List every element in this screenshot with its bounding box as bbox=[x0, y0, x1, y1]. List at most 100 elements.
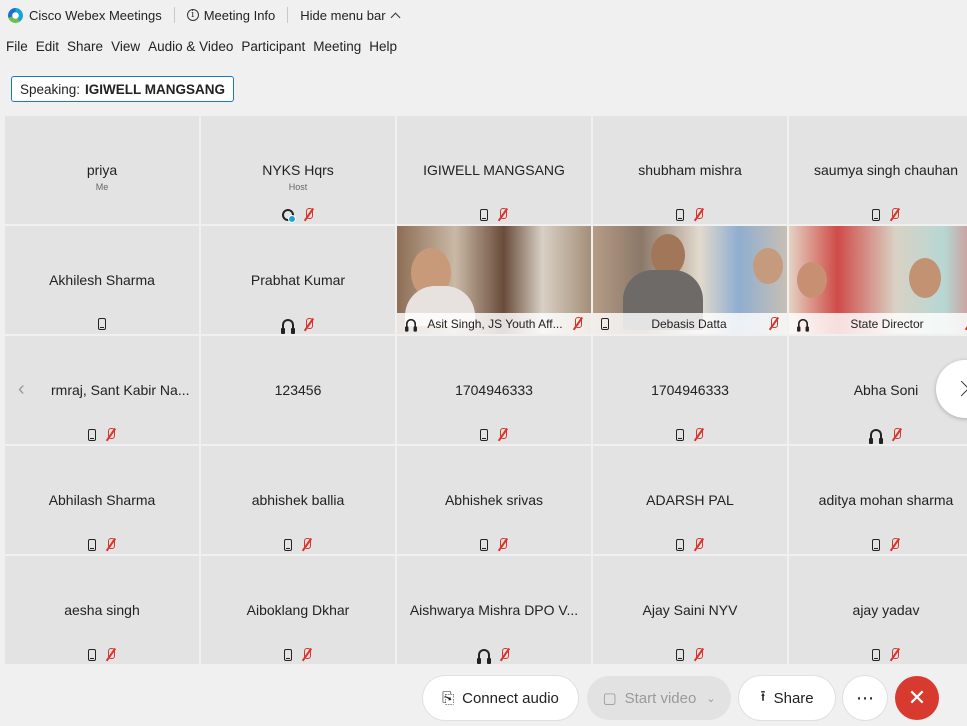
video-name-bar: Asit Singh, JS Youth Aff... bbox=[397, 313, 591, 334]
participant-tile[interactable]: rmraj, Sant Kabir Na... bbox=[5, 336, 199, 444]
participant-name: State Director bbox=[850, 316, 924, 331]
participant-name: Aiboklang Dkhar bbox=[246, 602, 350, 618]
menu-edit[interactable]: Edit bbox=[36, 37, 59, 56]
muted-mic-icon bbox=[106, 648, 116, 661]
participant-name: 1704946333 bbox=[651, 382, 729, 398]
muted-mic-icon bbox=[498, 208, 508, 221]
participant-name: 123456 bbox=[274, 382, 322, 398]
video-tile[interactable]: State Director bbox=[789, 226, 967, 334]
menu-help[interactable]: Help bbox=[369, 37, 397, 56]
participant-name: Prabhat Kumar bbox=[250, 272, 346, 288]
participant-tile[interactable]: aesha singh bbox=[5, 556, 199, 664]
video-name-bar: State Director bbox=[789, 313, 967, 334]
connect-audio-label: Connect audio bbox=[462, 689, 559, 707]
share-button[interactable]: ⭱ Share bbox=[739, 676, 835, 720]
phone-icon bbox=[601, 317, 609, 330]
participant-role: Host bbox=[288, 182, 308, 192]
participant-tile[interactable]: Aiboklang Dkhar bbox=[201, 556, 395, 664]
participant-video bbox=[909, 258, 941, 298]
muted-mic-icon bbox=[304, 318, 314, 331]
participant-tile[interactable]: ADARSH PAL bbox=[593, 446, 787, 554]
phone-icon bbox=[98, 318, 106, 330]
participant-tile[interactable]: Akhilesh Sharma bbox=[5, 226, 199, 334]
participant-name: aditya mohan sharma bbox=[818, 492, 954, 508]
participant-name: Abhishek srivas bbox=[444, 492, 544, 508]
participant-grid: priya Me NYKS Hqrs Host IGIWELL MANGSANG… bbox=[5, 116, 967, 665]
headset-icon bbox=[797, 318, 809, 332]
divider bbox=[173, 7, 175, 23]
headset-icon bbox=[869, 429, 883, 444]
phone-icon bbox=[284, 538, 292, 551]
participant-tile[interactable]: IGIWELL MANGSANG bbox=[397, 116, 591, 224]
more-options-icon: ⋯ bbox=[856, 687, 874, 708]
participant-name: 1704946333 bbox=[455, 382, 533, 398]
video-tile[interactable]: Debasis Datta bbox=[593, 226, 787, 334]
headset-icon bbox=[405, 318, 417, 332]
participant-tile[interactable]: 1704946333 bbox=[593, 336, 787, 444]
phone-icon bbox=[676, 648, 684, 661]
participant-name: saumya singh chauhan bbox=[814, 162, 958, 178]
participant-tile[interactable]: aditya mohan sharma bbox=[789, 446, 967, 554]
muted-mic-icon bbox=[573, 317, 583, 330]
participant-name: Asit Singh, JS Youth Aff... bbox=[427, 316, 563, 331]
phone-icon bbox=[88, 428, 96, 441]
menu-participant[interactable]: Participant bbox=[241, 37, 305, 56]
end-meeting-button[interactable]: ✕ bbox=[895, 676, 939, 720]
app-title: Cisco Webex Meetings bbox=[29, 7, 162, 23]
muted-mic-icon bbox=[302, 648, 312, 661]
muted-mic-icon bbox=[498, 538, 508, 551]
participant-tile[interactable]: 123456 bbox=[201, 336, 395, 444]
start-video-label: Start video bbox=[624, 689, 697, 707]
speaking-label: Speaking: bbox=[20, 81, 81, 97]
participant-name: rmraj, Sant Kabir Na... bbox=[51, 382, 190, 398]
participant-tile[interactable]: priya Me bbox=[5, 116, 199, 224]
previous-page-icon[interactable]: ‹ bbox=[18, 379, 28, 399]
participant-tile[interactable]: 1704946333 bbox=[397, 336, 591, 444]
menu-meeting[interactable]: Meeting bbox=[313, 37, 361, 56]
phone-icon bbox=[676, 208, 684, 221]
start-video-button[interactable]: ▢ Start video ⌄ bbox=[587, 676, 731, 720]
hide-menu-bar-label: Hide menu bar bbox=[300, 7, 386, 23]
participant-name: priya bbox=[86, 162, 118, 178]
info-icon: i bbox=[186, 9, 199, 21]
participant-video bbox=[753, 248, 783, 284]
participant-tile[interactable]: abhishek ballia bbox=[201, 446, 395, 554]
participant-tile[interactable]: ajay yadav bbox=[789, 556, 967, 664]
video-camera-icon: ▢ bbox=[602, 690, 617, 707]
muted-mic-icon bbox=[694, 428, 704, 441]
muted-mic-icon bbox=[302, 538, 312, 551]
hide-menu-bar-button[interactable]: Hide menu bar bbox=[300, 7, 400, 23]
participant-name: ajay yadav bbox=[852, 602, 920, 618]
connect-audio-button[interactable]: ⎘ Connect audio bbox=[423, 676, 578, 720]
chevron-up-icon bbox=[390, 12, 400, 22]
computer-audio-icon bbox=[282, 208, 296, 223]
menu-share[interactable]: Share bbox=[67, 37, 103, 56]
participant-tile[interactable]: Aishwarya Mishra DPO V... bbox=[397, 556, 591, 664]
participant-tile[interactable]: Ajay Saini NYV bbox=[593, 556, 787, 664]
phone-icon bbox=[872, 208, 880, 221]
participant-tile[interactable]: Prabhat Kumar bbox=[201, 226, 395, 334]
menu-view[interactable]: View bbox=[111, 37, 140, 56]
participant-tile[interactable]: Abhilash Sharma bbox=[5, 446, 199, 554]
participant-tile[interactable]: NYKS Hqrs Host bbox=[201, 116, 395, 224]
muted-mic-icon bbox=[890, 648, 900, 661]
participant-name: IGIWELL MANGSANG bbox=[423, 162, 565, 178]
participant-tile[interactable]: Abhishek srivas bbox=[397, 446, 591, 554]
title-bar: Cisco Webex Meetings i Meeting Info Hide… bbox=[0, 0, 967, 30]
video-tile[interactable]: Asit Singh, JS Youth Aff... bbox=[397, 226, 591, 334]
phone-icon bbox=[480, 538, 488, 551]
muted-mic-icon bbox=[890, 208, 900, 221]
menu-audio-video[interactable]: Audio & Video bbox=[148, 37, 233, 56]
participant-role: Me bbox=[95, 182, 109, 192]
participant-tile[interactable]: shubham mishra bbox=[593, 116, 787, 224]
muted-mic-icon bbox=[892, 428, 902, 441]
participant-name: ADARSH PAL bbox=[646, 492, 734, 508]
participant-name: Ajay Saini NYV bbox=[642, 602, 738, 618]
participant-tile[interactable]: saumya singh chauhan bbox=[789, 116, 967, 224]
phone-icon bbox=[480, 428, 488, 441]
menu-file[interactable]: File bbox=[6, 37, 28, 56]
meeting-info-button[interactable]: i Meeting Info bbox=[186, 8, 275, 23]
more-options-button[interactable]: ⋯ bbox=[843, 676, 887, 720]
connect-audio-icon: ⎘ bbox=[442, 689, 455, 707]
participant-name: NYKS Hqrs bbox=[262, 162, 334, 178]
